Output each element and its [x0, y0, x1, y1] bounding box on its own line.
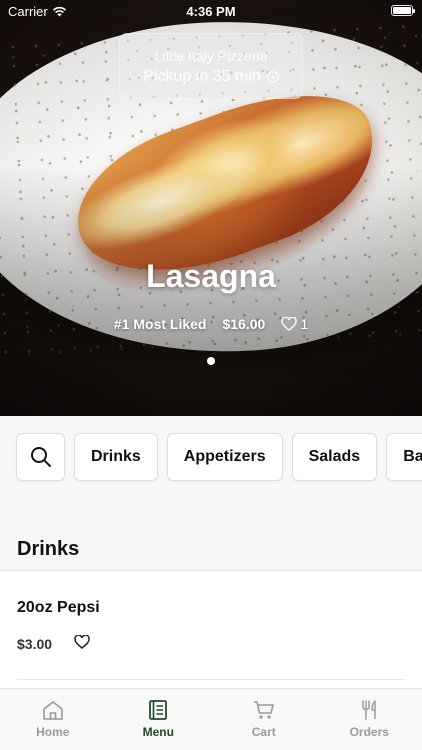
tab-orders-label: Orders: [349, 725, 389, 739]
search-button[interactable]: [16, 433, 65, 481]
chevron-circle-icon: [266, 71, 279, 83]
category-appetizers[interactable]: Appetizers: [166, 433, 283, 481]
status-time: 4:36 PM: [186, 4, 236, 19]
page-indicator[interactable]: [0, 357, 422, 365]
dish-price: $16.00: [222, 316, 266, 332]
category-bar: Drinks Appetizers Salads Ba: [0, 416, 422, 500]
tab-cart-label: Cart: [251, 725, 276, 739]
pickup-info-button[interactable]: Little Italy Pizzeria Pickup in 35 min: [119, 33, 303, 99]
like-count: 1: [300, 316, 309, 332]
tab-home-label: Home: [36, 725, 70, 739]
divider: [17, 679, 405, 680]
dish-meta: #1 Most Liked $16.00 1: [0, 316, 422, 332]
fork-knife-icon: [362, 700, 376, 720]
hero-banner[interactable]: Carrier 4:36 PM Little Italy Pizzeria Pi…: [0, 0, 422, 416]
menu-book-icon: [149, 700, 168, 720]
heart-outline-icon[interactable]: [74, 635, 90, 649]
category-next[interactable]: Ba: [386, 433, 422, 481]
home-icon: [42, 701, 63, 720]
category-salads[interactable]: Salads: [291, 433, 378, 481]
item-name: 20oz Pepsi: [17, 599, 100, 616]
section-title: Drinks: [17, 538, 80, 560]
battery-icon: [391, 5, 415, 16]
tab-orders[interactable]: Orders: [317, 689, 422, 750]
menu-item-list: 20oz Pepsi $3.00: [0, 570, 422, 688]
dish-title: Lasagna: [146, 258, 276, 294]
page-dot[interactable]: [207, 357, 215, 365]
search-icon: [30, 447, 51, 467]
status-bar: Carrier 4:36 PM: [0, 0, 422, 22]
item-price: $3.00: [17, 636, 53, 652]
tab-menu-label: Menu: [142, 725, 174, 739]
tab-home[interactable]: Home: [0, 689, 106, 750]
cart-icon: [253, 701, 274, 719]
tab-bar: Home Menu Cart Orders: [0, 688, 422, 750]
most-liked-badge: #1 Most Liked: [113, 316, 207, 332]
like-button[interactable]: 1: [281, 316, 308, 332]
category-drinks[interactable]: Drinks: [74, 433, 158, 481]
section-header: Drinks: [0, 500, 422, 570]
pickup-time-label: Pickup in 35 min: [143, 68, 261, 85]
heart-icon: [281, 317, 298, 331]
tab-cart[interactable]: Cart: [211, 689, 317, 750]
restaurant-name: Little Italy Pizzeria: [154, 48, 268, 64]
tab-menu[interactable]: Menu: [106, 689, 212, 750]
